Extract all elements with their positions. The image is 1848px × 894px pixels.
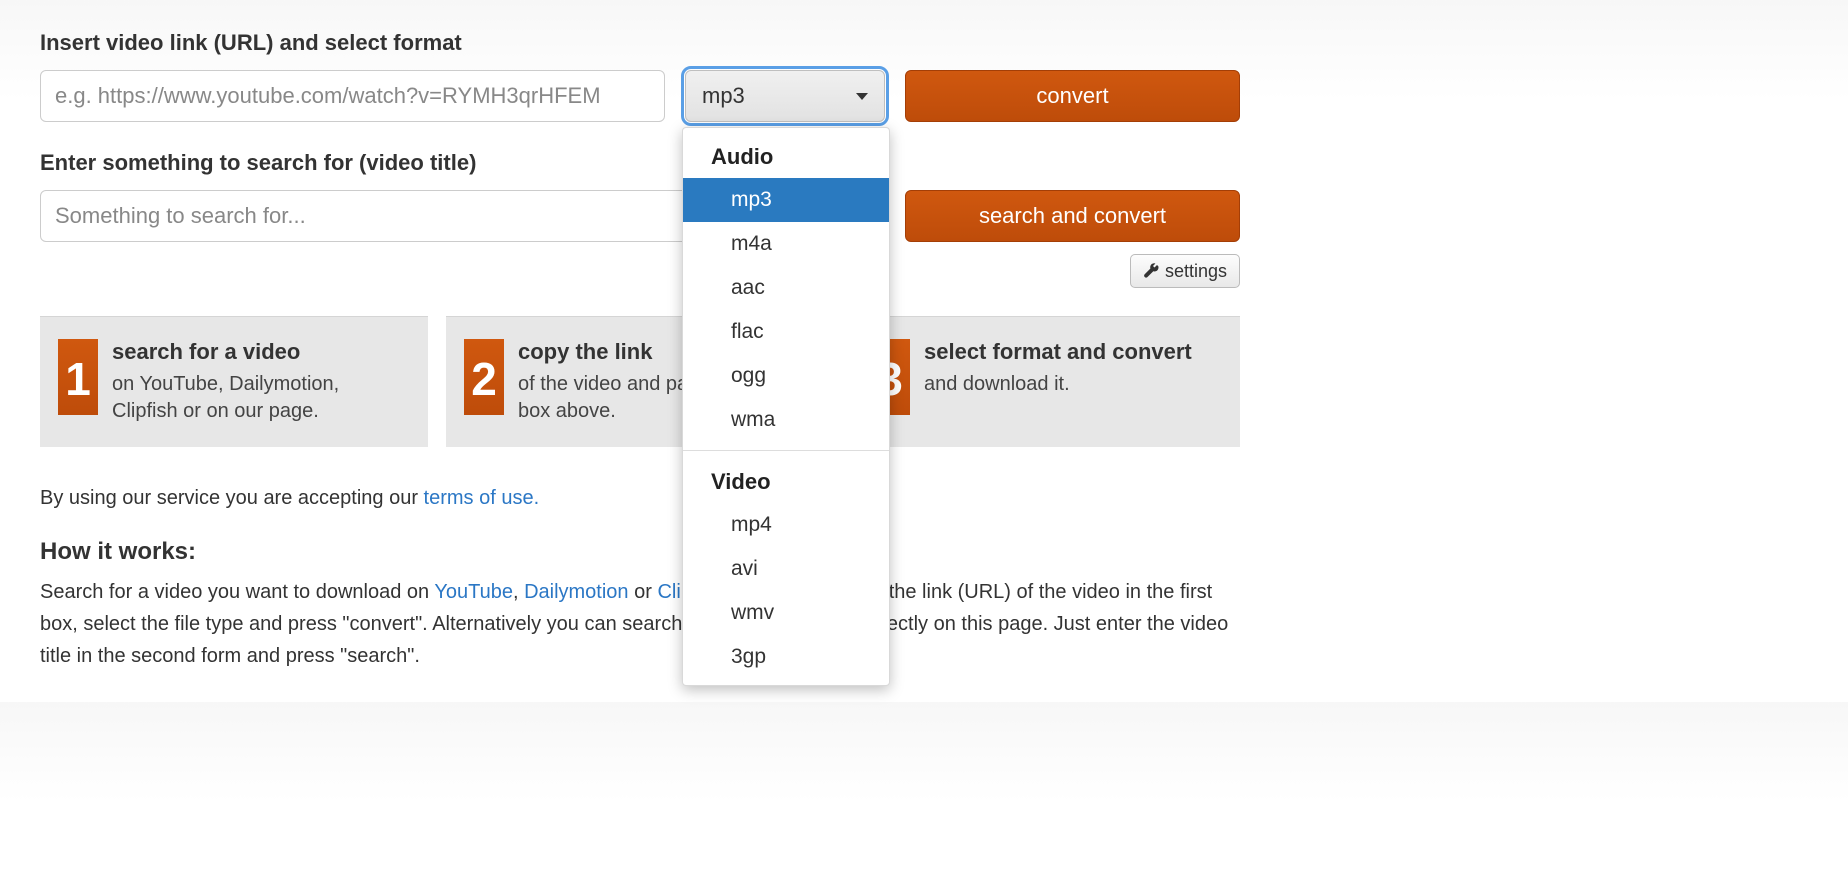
how-it-works-title: How it works: bbox=[40, 538, 1240, 566]
terms-prefix: By using our service you are accepting o… bbox=[40, 487, 424, 509]
how-it-works-body: Search for a video you want to download … bbox=[40, 576, 1240, 672]
dropdown-divider bbox=[683, 450, 889, 451]
settings-button[interactable]: settings bbox=[1130, 254, 1240, 288]
step-desc: and download it. bbox=[924, 371, 1222, 398]
dropdown-item-mp3[interactable]: mp3 bbox=[683, 178, 889, 222]
format-select[interactable]: mp3 Audiomp3m4aaacflacoggwmaVideomp4aviw… bbox=[685, 70, 885, 122]
dropdown-item-mp4[interactable]: mp4 bbox=[683, 503, 889, 547]
dailymotion-link[interactable]: Dailymotion bbox=[524, 581, 628, 603]
dropdown-group-header: Audio bbox=[683, 134, 889, 178]
step-card: 3select format and convertand download i… bbox=[852, 316, 1240, 447]
dropdown-item-avi[interactable]: avi bbox=[683, 547, 889, 591]
dropdown-item-aac[interactable]: aac bbox=[683, 266, 889, 310]
youtube-link[interactable]: YouTube bbox=[434, 581, 513, 603]
dropdown-item-flac[interactable]: flac bbox=[683, 310, 889, 354]
step-card: 1 search for a video on YouTube, Dailymoti… bbox=[40, 316, 428, 447]
dropdown-group-header: Video bbox=[683, 459, 889, 503]
how-text: or bbox=[629, 581, 658, 603]
format-dropdown-panel: Audiomp3m4aaacflacoggwma Videomp4aviwmv3g… bbox=[682, 127, 890, 686]
terms-link[interactable]: terms of use. bbox=[424, 487, 540, 509]
how-text: Search for a video you want to download … bbox=[40, 581, 434, 603]
format-select-value: mp3 bbox=[702, 83, 856, 109]
how-text: , bbox=[513, 581, 524, 603]
step-number: 1 bbox=[58, 339, 98, 415]
wrench-icon bbox=[1143, 263, 1159, 279]
dropdown-item-wma[interactable]: wma bbox=[683, 398, 889, 442]
dropdown-item-m4a[interactable]: m4a bbox=[683, 222, 889, 266]
search-section-label: Enter something to search for (video tit… bbox=[40, 150, 1240, 176]
step-title: select format and convert bbox=[924, 339, 1222, 365]
step-number: 2 bbox=[464, 339, 504, 415]
dropdown-item-wmv[interactable]: wmv bbox=[683, 591, 889, 635]
step-title: search for a video bbox=[112, 339, 410, 365]
settings-label: settings bbox=[1165, 261, 1227, 282]
step-desc: on YouTube, Dailymotion, Clipfish or on … bbox=[112, 371, 410, 425]
dropdown-item-3gp[interactable]: 3gp bbox=[683, 635, 889, 679]
search-convert-button[interactable]: search and convert bbox=[905, 190, 1240, 242]
chevron-down-icon bbox=[856, 93, 868, 100]
dropdown-item-ogg[interactable]: ogg bbox=[683, 354, 889, 398]
convert-button[interactable]: convert bbox=[905, 70, 1240, 122]
terms-line: By using our service you are accepting o… bbox=[40, 487, 1240, 510]
url-section-label: Insert video link (URL) and select forma… bbox=[40, 30, 1240, 56]
url-input[interactable] bbox=[40, 70, 665, 122]
steps-row: 1 search for a video on YouTube, Dailymoti… bbox=[40, 316, 1240, 447]
